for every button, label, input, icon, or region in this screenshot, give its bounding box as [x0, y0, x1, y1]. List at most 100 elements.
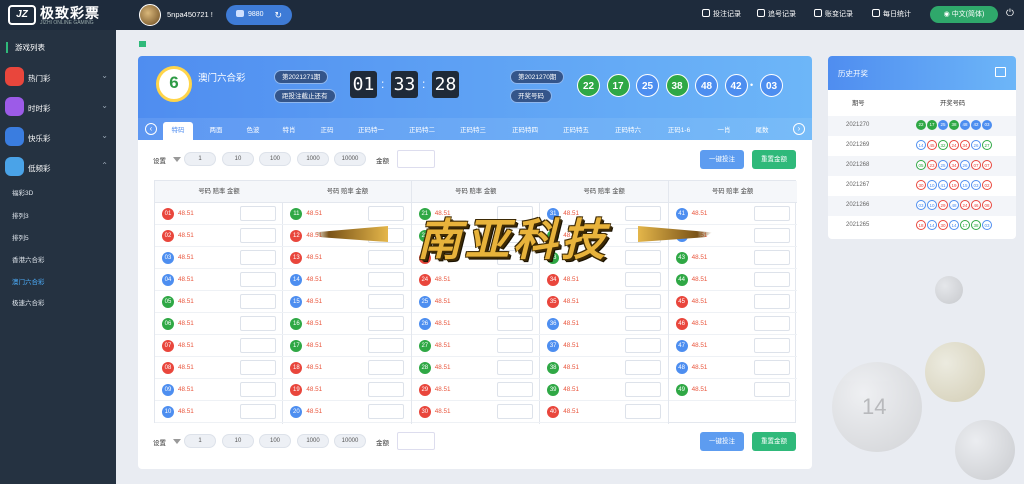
number-ball[interactable]: 19	[290, 384, 303, 396]
site-logo[interactable]: JZ 极致彩票 JIZHI ONLINE GAMING	[8, 3, 116, 27]
number-ball[interactable]: 34	[547, 274, 560, 286]
bet-amount-input[interactable]	[368, 338, 405, 353]
bet-amount-input[interactable]	[496, 338, 533, 353]
tab-1[interactable]: 特码	[163, 122, 193, 140]
bet-amount-input[interactable]	[368, 272, 405, 287]
nav-account-changes[interactable]: 账变记录	[814, 9, 853, 19]
bet-amount-input[interactable]	[753, 206, 790, 221]
bet-amount-input[interactable]	[753, 316, 790, 331]
bet-amount-input[interactable]	[240, 360, 276, 375]
bet-amount-input[interactable]	[496, 206, 533, 221]
reset-amount-button[interactable]: 重置金额	[752, 150, 796, 169]
chip-1[interactable]: 1	[184, 434, 216, 448]
number-ball[interactable]: 36	[547, 318, 560, 330]
avatar[interactable]	[139, 4, 161, 26]
number-ball[interactable]: 27	[418, 340, 431, 352]
number-ball[interactable]: 03	[162, 252, 174, 264]
bet-amount-input[interactable]	[625, 316, 662, 331]
number-ball[interactable]: 48	[675, 362, 688, 374]
bet-amount-input[interactable]	[240, 338, 276, 353]
tab-8[interactable]: 正码特三	[451, 122, 495, 140]
number-ball[interactable]: 39	[547, 384, 560, 396]
sidebar-sub-fc3d[interactable]: 福彩3D	[12, 187, 33, 197]
bet-amount-input[interactable]	[753, 338, 790, 353]
history-row[interactable]: 2021267 30 10 41 19 15 03 02	[828, 176, 1016, 196]
number-ball[interactable]: 11	[290, 208, 303, 220]
nav-daily-stats[interactable]: 每日统计	[872, 9, 911, 19]
number-ball[interactable]: 04	[162, 274, 174, 286]
language-selector[interactable]: ◉ 中文(简体)	[930, 6, 998, 23]
tab-next-icon[interactable]: ›	[793, 123, 805, 135]
caret-down-icon[interactable]	[173, 439, 181, 444]
history-row[interactable]: 2021270 22 17 25 38 48 42 03	[828, 116, 1016, 136]
bet-amount-input[interactable]	[753, 228, 790, 243]
number-ball[interactable]: 07	[162, 340, 174, 352]
sidebar-sub-pl3[interactable]: 排列3	[12, 210, 29, 220]
bet-amount-input[interactable]	[625, 338, 662, 353]
bet-amount-input[interactable]	[368, 404, 405, 419]
tab-4[interactable]: 特肖	[274, 122, 304, 140]
number-ball[interactable]: 28	[418, 362, 431, 374]
bet-amount-input[interactable]	[625, 294, 662, 309]
number-ball[interactable]: 16	[290, 318, 303, 330]
number-ball[interactable]: 26	[418, 318, 431, 330]
caret-down-icon[interactable]	[173, 157, 181, 162]
number-ball[interactable]: 42	[675, 230, 688, 242]
number-ball[interactable]: 47	[675, 340, 688, 352]
bet-amount-input[interactable]	[240, 404, 276, 419]
chip-100[interactable]: 100	[259, 152, 291, 166]
reset-amount-button[interactable]: 重置金额	[752, 432, 796, 451]
bet-amount-input[interactable]	[240, 206, 276, 221]
sidebar-item-ssc[interactable]: 时时彩 ⌄	[0, 92, 116, 122]
bet-amount-input[interactable]	[368, 316, 405, 331]
one-click-bet-button[interactable]: 一键投注	[700, 150, 744, 169]
chip-1[interactable]: 1	[184, 152, 216, 166]
amount-input[interactable]	[397, 150, 435, 168]
number-ball[interactable]: 23	[418, 252, 431, 264]
number-ball[interactable]: 29	[418, 384, 431, 396]
number-ball[interactable]: 15	[290, 296, 303, 308]
number-ball[interactable]: 37	[547, 340, 560, 352]
number-ball[interactable]: 10	[162, 406, 174, 418]
number-ball[interactable]: 45	[675, 296, 688, 308]
sidebar-sub-js6[interactable]: 极速六合彩	[12, 297, 45, 307]
tab-14[interactable]: 尾数	[749, 122, 775, 140]
tab-11[interactable]: 正码特六	[606, 122, 650, 140]
tab-7[interactable]: 正码特二	[400, 122, 444, 140]
bet-amount-input[interactable]	[496, 250, 533, 265]
sidebar-sub-hk6[interactable]: 香港六合彩	[12, 254, 45, 264]
number-ball[interactable]: 14	[290, 274, 303, 286]
number-ball[interactable]: 46	[675, 318, 688, 330]
bet-amount-input[interactable]	[753, 294, 790, 309]
number-ball[interactable]: 33	[547, 252, 560, 264]
bet-amount-input[interactable]	[368, 228, 405, 243]
history-row[interactable]: 2021266 03 10 29 48 24 46 08	[828, 196, 1016, 216]
number-ball[interactable]: 06	[162, 318, 174, 330]
bet-amount-input[interactable]	[496, 382, 533, 397]
sidebar-sub-pl5[interactable]: 排列5	[12, 232, 29, 242]
bet-amount-input[interactable]	[368, 206, 405, 221]
number-ball[interactable]: 38	[547, 362, 560, 374]
bet-amount-input[interactable]	[625, 250, 662, 265]
bet-amount-input[interactable]	[753, 250, 790, 265]
number-ball[interactable]: 32	[547, 230, 560, 242]
number-ball[interactable]: 17	[290, 340, 303, 352]
tab-12[interactable]: 正码1-6	[658, 122, 700, 140]
history-row[interactable]: 2021269 14 45 32 24 34 26 27	[828, 136, 1016, 156]
bet-amount-input[interactable]	[753, 382, 790, 397]
sidebar-item-hot[interactable]: 热门彩 ⌄	[0, 62, 116, 92]
bet-amount-input[interactable]	[625, 382, 662, 397]
number-ball[interactable]: 20	[290, 406, 303, 418]
number-ball[interactable]: 02	[162, 230, 174, 242]
bet-amount-input[interactable]	[496, 316, 533, 331]
nav-bet-records[interactable]: 投注记录	[702, 9, 741, 19]
tab-6[interactable]: 正码特一	[350, 122, 392, 140]
bet-amount-input[interactable]	[496, 294, 533, 309]
number-ball[interactable]: 08	[162, 362, 174, 374]
bet-amount-input[interactable]	[753, 360, 790, 375]
bet-amount-input[interactable]	[368, 294, 405, 309]
number-ball[interactable]: 35	[547, 296, 560, 308]
one-click-bet-button[interactable]: 一键投注	[700, 432, 744, 451]
bet-amount-input[interactable]	[368, 360, 405, 375]
bet-amount-input[interactable]	[240, 272, 276, 287]
